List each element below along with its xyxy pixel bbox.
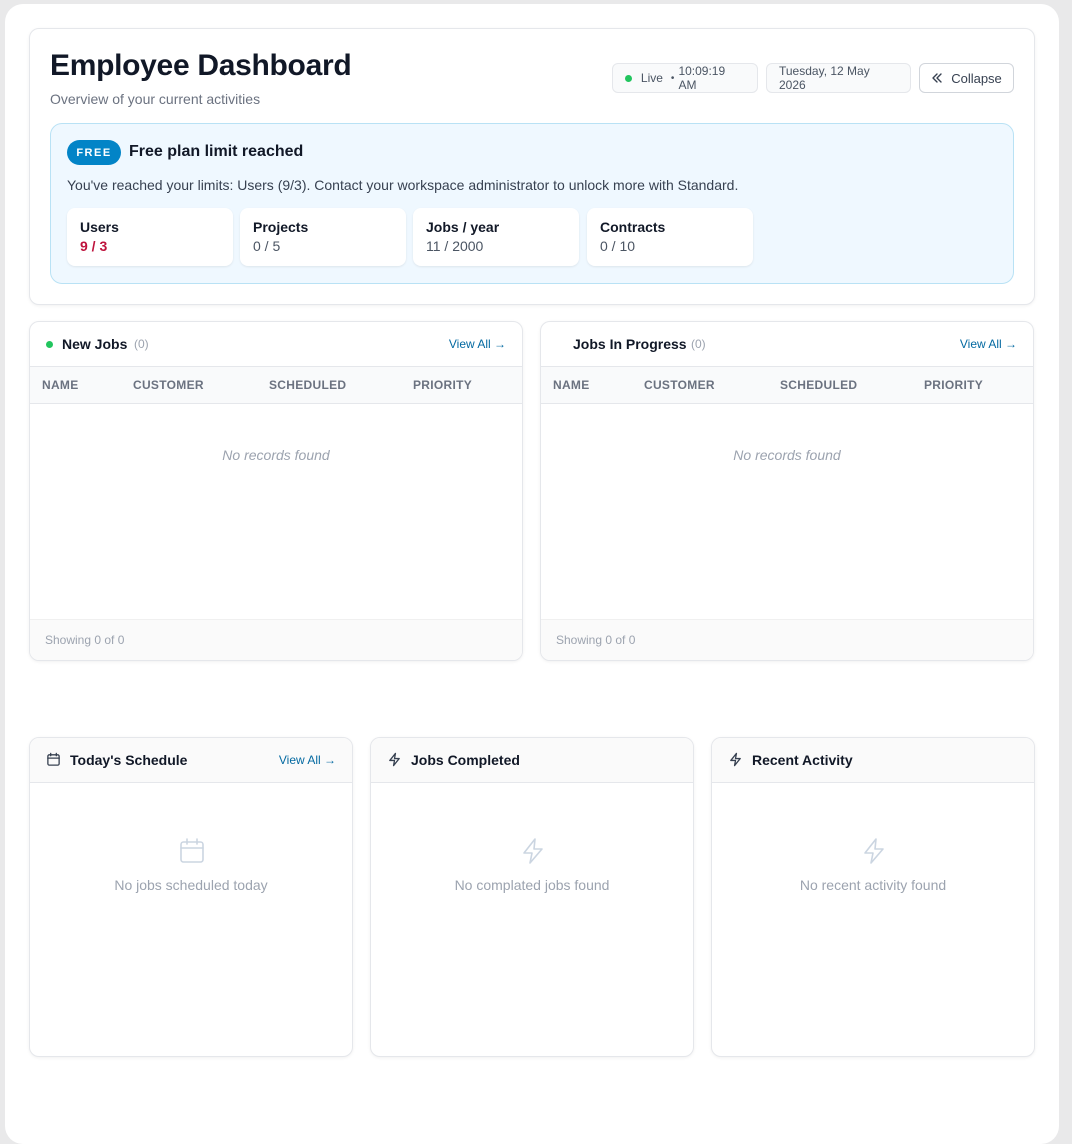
jobs-in-progress-header: Jobs In Progress (0) View All →	[541, 322, 1033, 367]
dashboard-header-card: Employee Dashboard Overview of your curr…	[29, 28, 1035, 305]
limit-label: Users	[80, 219, 119, 235]
column-header-customer[interactable]: CUSTOMER	[644, 378, 715, 392]
plan-limit-alert: FREE Free plan limit reached You've reac…	[50, 123, 1014, 284]
todays-schedule-view-all-link[interactable]: View All →	[279, 753, 336, 767]
jobs-completed-header: Jobs Completed	[371, 738, 693, 783]
limit-value: 0 / 10	[600, 238, 636, 254]
live-time: 10:09:19 AM	[678, 64, 726, 92]
new-jobs-title: New Jobs	[62, 336, 128, 352]
column-header-name[interactable]: NAME	[553, 378, 590, 392]
calendar-icon	[180, 838, 204, 863]
todays-schedule-header: Today's Schedule View All →	[30, 738, 352, 783]
limit-value: 11 / 2000	[426, 238, 484, 254]
limit-card-projects: Projects 0 / 5	[240, 208, 406, 266]
recent-activity-header: Recent Activity	[712, 738, 1034, 783]
plan-alert-message: You've reached your limits: Users (9/3).…	[67, 177, 739, 193]
limit-label: Jobs / year	[426, 219, 500, 235]
column-header-priority[interactable]: PRIORITY	[924, 378, 983, 392]
live-clock-chip: Live • 10:09:19 AM	[612, 63, 758, 93]
collapse-button[interactable]: Collapse	[919, 63, 1014, 93]
page-title: Employee Dashboard	[50, 49, 352, 82]
current-date: Tuesday, 12 May 2026	[779, 64, 870, 92]
limit-label: Projects	[253, 219, 309, 235]
lightning-icon	[523, 838, 543, 864]
todays-schedule-card: Today's Schedule View All → No jobs sche…	[29, 737, 353, 1057]
new-jobs-card: New Jobs (0) View All → NAME CUSTOMER SC…	[29, 321, 523, 661]
status-dot-icon	[46, 341, 53, 348]
lightning-icon	[730, 752, 741, 767]
table-header-row: NAME CUSTOMER SCHEDULED PRIORITY	[30, 367, 522, 404]
jobs-in-progress-card: Jobs In Progress (0) View All → NAME CUS…	[540, 321, 1034, 661]
jobs-completed-title: Jobs Completed	[411, 752, 520, 768]
todays-schedule-title: Today's Schedule	[70, 752, 188, 768]
new-jobs-header: New Jobs (0) View All →	[30, 322, 522, 367]
column-header-scheduled[interactable]: SCHEDULED	[780, 378, 857, 392]
empty-state-message: No records found	[222, 447, 330, 463]
pagination-summary: Showing 0 of 0	[556, 633, 636, 647]
date-chip: Tuesday, 12 May 2026	[766, 63, 911, 93]
limit-card-contracts: Contracts 0 / 10	[587, 208, 753, 266]
live-separator: •	[670, 72, 675, 84]
limit-card-users: Users 9 / 3	[67, 208, 233, 266]
limit-label: Contracts	[600, 219, 666, 235]
lightning-icon	[864, 838, 884, 864]
column-header-scheduled[interactable]: SCHEDULED	[269, 378, 346, 392]
collapse-label: Collapse	[951, 70, 1002, 86]
table-footer: Showing 0 of 0	[541, 619, 1033, 660]
limit-value: 0 / 5	[253, 238, 281, 254]
empty-state-message: No records found	[733, 447, 841, 463]
table-header-row: NAME CUSTOMER SCHEDULED PRIORITY	[541, 367, 1033, 404]
empty-state-message: No complated jobs found	[454, 877, 610, 893]
calendar-icon	[47, 752, 60, 766]
column-header-customer[interactable]: CUSTOMER	[133, 378, 204, 392]
new-jobs-view-all-link[interactable]: View All →	[449, 337, 506, 351]
pagination-summary: Showing 0 of 0	[45, 633, 125, 647]
new-jobs-count: (0)	[134, 337, 149, 351]
column-header-name[interactable]: NAME	[42, 378, 79, 392]
plan-badge: FREE	[67, 140, 121, 165]
jobs-completed-card: Jobs Completed No complated jobs found	[370, 737, 694, 1057]
empty-state-message: No jobs scheduled today	[114, 877, 268, 893]
page: Employee Dashboard Overview of your curr…	[5, 4, 1059, 1144]
plan-alert-title: Free plan limit reached	[129, 143, 304, 160]
jobs-in-progress-title: Jobs In Progress	[573, 336, 687, 352]
live-label: Live	[640, 71, 663, 85]
limit-card-jobs-per-year: Jobs / year 11 / 2000	[413, 208, 579, 266]
empty-state-message: No recent activity found	[799, 877, 947, 893]
live-status-dot-icon	[625, 74, 632, 82]
lightning-icon	[389, 752, 400, 767]
table-footer: Showing 0 of 0	[30, 619, 522, 660]
jobs-in-progress-count: (0)	[691, 337, 706, 351]
recent-activity-card: Recent Activity No recent activity found	[711, 737, 1035, 1057]
page-subtitle: Overview of your current activities	[50, 91, 261, 107]
recent-activity-title: Recent Activity	[752, 752, 853, 768]
jobs-in-progress-view-all-link[interactable]: View All →	[960, 337, 1017, 351]
limit-value: 9 / 3	[80, 238, 108, 254]
column-header-priority[interactable]: PRIORITY	[413, 378, 472, 392]
double-chevron-left-icon	[932, 73, 942, 83]
